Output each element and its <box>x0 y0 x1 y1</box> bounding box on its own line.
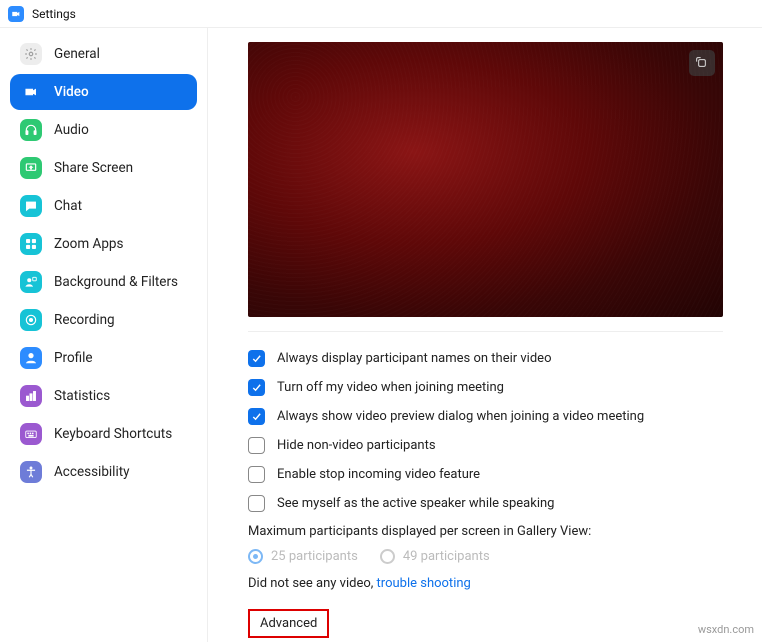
radio-option[interactable]: 49 participants <box>380 549 490 564</box>
keyboard-icon <box>20 423 42 445</box>
gallery-radio-group: 25 participants 49 participants <box>248 549 748 564</box>
sidebar-item-recording[interactable]: Recording <box>10 302 197 338</box>
gallery-view-label: Maximum participants displayed per scree… <box>248 524 748 539</box>
sidebar-item-statistics[interactable]: Statistics <box>10 378 197 414</box>
sidebar-item-label: Accessibility <box>54 464 130 480</box>
content-panel: Always display participant names on thei… <box>208 28 762 642</box>
option-label: Hide non-video participants <box>277 438 436 453</box>
apps-icon <box>20 233 42 255</box>
sidebar-item-label: Statistics <box>54 388 110 404</box>
chat-icon <box>20 195 42 217</box>
radio-label: 25 participants <box>271 549 358 564</box>
sidebar-item-label: Keyboard Shortcuts <box>54 426 172 442</box>
sidebar-item-label: General <box>54 46 100 62</box>
option-label: Always show video preview dialog when jo… <box>277 409 644 424</box>
checkbox[interactable] <box>248 495 265 512</box>
sidebar-item-accessibility[interactable]: Accessibility <box>10 454 197 490</box>
sidebar-item-zoom-apps[interactable]: Zoom Apps <box>10 226 197 262</box>
sidebar: General Video Audio Share Screen Chat Zoom Ap… <box>0 28 208 642</box>
stats-icon <box>20 385 42 407</box>
rotate-button[interactable] <box>689 50 715 76</box>
profile-icon <box>20 347 42 369</box>
help-prefix: Did not see any video, <box>248 576 377 591</box>
troubleshooting-link[interactable]: trouble shooting <box>377 576 471 591</box>
checkbox[interactable] <box>248 437 265 454</box>
option-row: Turn off my video when joining meeting <box>248 379 748 396</box>
sidebar-item-share-screen[interactable]: Share Screen <box>10 150 197 186</box>
window-title: Settings <box>32 7 76 21</box>
headphones-icon <box>20 119 42 141</box>
gear-icon <box>20 43 42 65</box>
divider <box>248 331 723 332</box>
sidebar-item-chat[interactable]: Chat <box>10 188 197 224</box>
sidebar-item-label: Recording <box>54 312 115 328</box>
checkbox[interactable] <box>248 408 265 425</box>
option-label: Turn off my video when joining meeting <box>277 380 504 395</box>
option-row: Hide non-video participants <box>248 437 748 454</box>
sidebar-item-video[interactable]: Video <box>10 74 197 110</box>
sidebar-item-label: Zoom Apps <box>54 236 123 252</box>
radio-label: 49 participants <box>403 549 490 564</box>
app-icon <box>8 6 24 22</box>
option-label: See myself as the active speaker while s… <box>277 496 554 511</box>
share-icon <box>20 157 42 179</box>
sidebar-item-audio[interactable]: Audio <box>10 112 197 148</box>
video-icon <box>20 81 42 103</box>
radio-icon <box>248 549 263 564</box>
sidebar-item-general[interactable]: General <box>10 36 197 72</box>
sidebar-item-keyboard-shortcuts[interactable]: Keyboard Shortcuts <box>10 416 197 452</box>
option-label: Always display participant names on thei… <box>277 351 551 366</box>
record-icon <box>20 309 42 331</box>
checkbox[interactable] <box>248 466 265 483</box>
advanced-button[interactable]: Advanced <box>248 609 329 638</box>
titlebar: Settings <box>0 0 762 28</box>
watermark: wsxdn.com <box>698 623 754 636</box>
checkbox[interactable] <box>248 379 265 396</box>
sidebar-item-label: Share Screen <box>54 160 133 176</box>
accessibility-icon <box>20 461 42 483</box>
sidebar-item-profile[interactable]: Profile <box>10 340 197 376</box>
sidebar-item-label: Profile <box>54 350 93 366</box>
video-preview <box>248 42 723 317</box>
option-row: Always display participant names on thei… <box>248 350 748 367</box>
sidebar-item-label: Audio <box>54 122 89 138</box>
bg-icon <box>20 271 42 293</box>
option-row: Always show video preview dialog when jo… <box>248 408 748 425</box>
sidebar-item-label: Video <box>54 84 89 100</box>
checkbox[interactable] <box>248 350 265 367</box>
sidebar-item-label: Background & Filters <box>54 274 178 290</box>
sidebar-item-label: Chat <box>54 198 82 214</box>
video-options: Always display participant names on thei… <box>248 350 748 512</box>
option-row: See myself as the active speaker while s… <box>248 495 748 512</box>
option-label: Enable stop incoming video feature <box>277 467 480 482</box>
option-row: Enable stop incoming video feature <box>248 466 748 483</box>
radio-option[interactable]: 25 participants <box>248 549 358 564</box>
help-text: Did not see any video, trouble shooting <box>248 576 748 591</box>
sidebar-item-background-filters[interactable]: Background & Filters <box>10 264 197 300</box>
radio-icon <box>380 549 395 564</box>
